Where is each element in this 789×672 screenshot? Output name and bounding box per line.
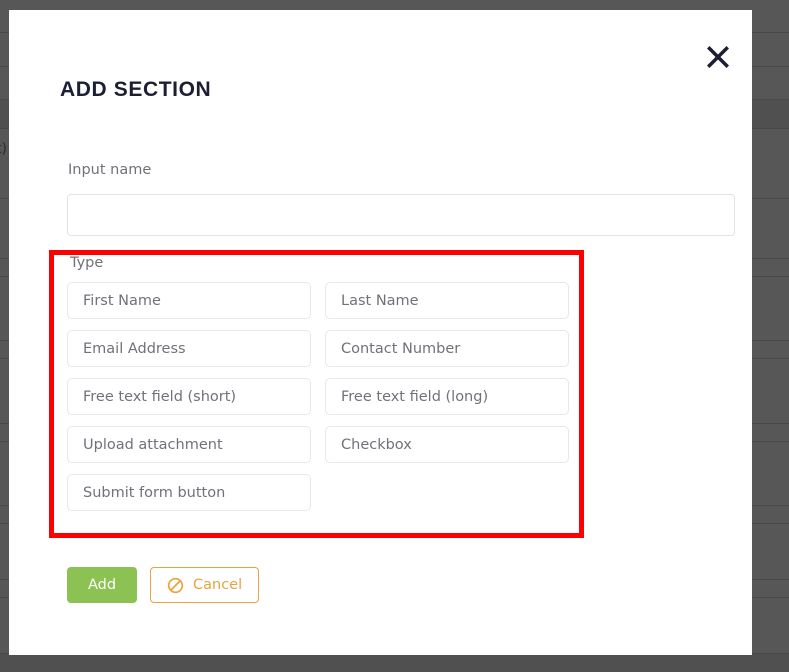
cancel-button[interactable]: Cancel bbox=[150, 567, 260, 603]
type-label: Type bbox=[70, 255, 104, 271]
close-icon[interactable] bbox=[701, 39, 735, 73]
type-option-last-name[interactable]: Last Name bbox=[325, 282, 569, 319]
page-title: ADD SECTION bbox=[60, 78, 212, 101]
modal-actions: Add Cancel bbox=[67, 567, 260, 603]
type-option-contact-number[interactable]: Contact Number bbox=[325, 330, 569, 367]
ban-icon bbox=[167, 577, 184, 594]
input-name-field[interactable] bbox=[67, 194, 735, 236]
type-options-grid: First Name Last Name Email Address Conta… bbox=[67, 282, 569, 511]
cancel-button-label: Cancel bbox=[193, 577, 243, 593]
ban-icon-glyph bbox=[167, 577, 184, 593]
type-option-email-address[interactable]: Email Address bbox=[67, 330, 311, 367]
type-option-free-text-short[interactable]: Free text field (short) bbox=[67, 378, 311, 415]
background-partial-text: t) bbox=[0, 141, 7, 157]
add-button[interactable]: Add bbox=[67, 567, 137, 603]
add-section-modal: ADD SECTION Input name Type First Name L… bbox=[9, 10, 752, 655]
type-option-free-text-long[interactable]: Free text field (long) bbox=[325, 378, 569, 415]
type-option-first-name[interactable]: First Name bbox=[67, 282, 311, 319]
type-option-upload-attachment[interactable]: Upload attachment bbox=[67, 426, 311, 463]
background-table-row bbox=[0, 654, 789, 672]
type-option-checkbox[interactable]: Checkbox bbox=[325, 426, 569, 463]
input-name-label: Input name bbox=[68, 162, 152, 178]
close-icon-glyph bbox=[707, 46, 729, 68]
type-option-submit-form-button[interactable]: Submit form button bbox=[67, 474, 311, 511]
